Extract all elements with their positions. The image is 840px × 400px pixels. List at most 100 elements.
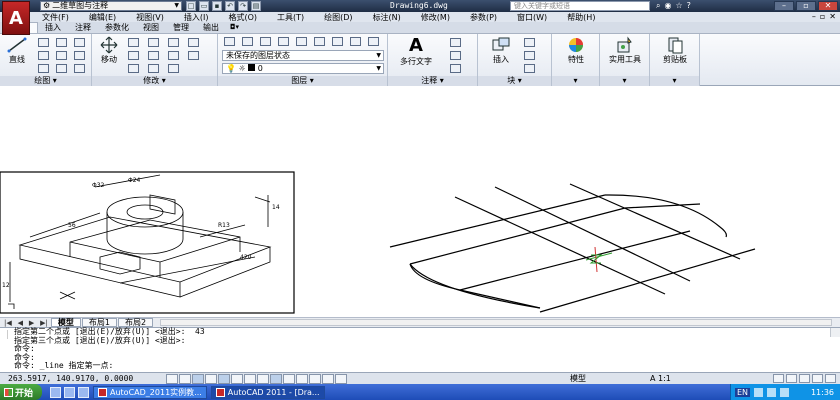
snap-mode-button[interactable] [166,373,178,384]
maximize-button[interactable]: ▫ [796,1,816,11]
subscription-icon[interactable]: ◉ [664,1,671,11]
line-button[interactable]: 直线 [4,36,30,65]
lock-icon[interactable] [786,374,797,383]
layer-unisolate-icon[interactable] [350,37,361,46]
command-input-line[interactable]: 命令: _line 指定第一点: [14,362,840,371]
tray-icon[interactable] [754,387,764,397]
drawing-svg[interactable]: Φ32 Φ24 56 R13 14 420 12 [0,87,840,317]
object-snap-tracking-button[interactable] [244,373,256,384]
menu-window[interactable]: 窗口(W) [517,12,547,23]
clipboard-panel-label[interactable]: ▾ [650,76,699,86]
workspace-switch-icon[interactable] [773,374,784,383]
fillet-icon[interactable] [148,51,159,60]
properties-button[interactable]: 特性 [558,36,594,65]
clean-screen-icon[interactable] [825,374,836,383]
command-scrollbar[interactable] [830,328,840,337]
region-icon[interactable] [74,64,85,73]
circle-icon[interactable] [56,38,67,47]
utilities-button[interactable]: 实用工具 [604,36,646,65]
quick-launch-icon[interactable] [64,386,75,398]
taskbar-item[interactable]: AutoCAD_2011实例教... [93,385,207,399]
polyline-icon[interactable] [38,38,49,47]
menu-draw[interactable]: 绘图(D) [324,12,352,23]
doc-close-button[interactable]: ✕ [829,12,836,21]
layer-isolate-icon[interactable] [260,37,271,46]
layer-properties-icon[interactable] [224,37,235,46]
mtext-button[interactable]: A 多行文字 [394,36,438,67]
leader-icon[interactable] [450,51,461,60]
plot-icon[interactable]: ▤ [251,1,261,11]
edit-attribute-icon[interactable] [524,64,535,73]
grid-display-button[interactable] [179,373,191,384]
dynamic-ucs-button[interactable] [257,373,269,384]
offset-icon[interactable] [168,64,179,73]
ribbon-toggle-icon[interactable]: ◘▾ [226,22,239,33]
prev-layout-icon[interactable]: ◀ [18,319,23,327]
layer-state-dropdown[interactable]: 未保存的图层状态 ▼ [222,50,384,61]
language-indicator[interactable]: EN [735,387,751,397]
ortho-mode-button[interactable] [192,373,204,384]
last-layout-icon[interactable]: ▶| [40,319,48,327]
command-window[interactable]: 指定第二个点或 [退出(E)/放弃(U)] <退出>: 43 指定第三个点或 [… [0,327,840,372]
draw-panel-label[interactable]: 绘图 ▾ [0,76,91,86]
save-icon[interactable]: ▪ [212,1,222,11]
undo-icon[interactable]: ↶ [225,1,235,11]
scale-icon[interactable] [128,64,139,73]
layer-off-icon[interactable] [296,37,307,46]
dynamic-input-button[interactable] [270,373,282,384]
move-button[interactable]: 移动 [96,36,122,65]
tab-manage[interactable]: 管理 [166,22,196,33]
menu-dimension[interactable]: 标注(N) [373,12,401,23]
workspace-select[interactable]: ⚙ 二维草图与注释 ▼ [40,1,182,11]
array-icon[interactable] [148,64,159,73]
create-block-icon[interactable] [524,38,535,47]
doc-restore-button[interactable]: ▫ [820,12,825,21]
help-icon[interactable]: ? [687,1,691,11]
tab-insert[interactable]: 插入 [38,22,68,33]
quick-launch-icon[interactable] [78,386,89,398]
insert-button[interactable]: 插入 [484,36,518,65]
coordinate-readout[interactable]: 263.5917, 140.9170, 0.0000 [0,374,166,383]
tray-icon[interactable] [767,387,777,397]
layer-freeze-icon[interactable] [278,37,289,46]
menu-help[interactable]: 帮助(H) [567,12,595,23]
next-layout-icon[interactable]: ▶ [29,319,34,327]
menu-view[interactable]: 视图(V) [136,12,164,23]
redo-icon[interactable]: ↷ [238,1,248,11]
open-file-icon[interactable]: ▭ [199,1,209,11]
polar-tracking-button[interactable] [205,373,217,384]
menu-edit[interactable]: 编辑(E) [89,12,116,23]
doc-minimize-button[interactable]: – [812,12,816,21]
clipboard-button[interactable]: 剪贴板 [654,36,696,65]
minimize-button[interactable]: – [774,1,794,11]
drawing-canvas[interactable]: Φ32 Φ24 56 R13 14 420 12 [0,87,840,317]
block-panel-label[interactable]: 块 ▾ [478,76,551,86]
rotate-icon[interactable] [128,38,139,47]
ellipse-icon[interactable] [38,64,49,73]
horizontal-scrollbar[interactable] [160,319,832,326]
tab-view[interactable]: 视图 [136,22,166,33]
tab-layout1[interactable]: 布局1 [81,318,117,327]
dimension-icon[interactable] [450,38,461,47]
taskbar-item[interactable]: AutoCAD 2011 - [Dra... [210,385,325,399]
command-window-grip[interactable] [2,330,8,339]
copy-icon[interactable] [188,38,199,47]
menu-modify[interactable]: 修改(M) [421,12,450,23]
menu-format[interactable]: 格式(O) [228,12,257,23]
properties-panel-label[interactable]: ▾ [552,76,599,86]
erase-icon[interactable] [168,38,179,47]
first-layout-icon[interactable]: |◀ [4,319,12,327]
tab-annotate[interactable]: 注释 [68,22,98,33]
layer-dropdown[interactable]: 💡 ☼ 0 ▼ [222,63,384,74]
menu-tools[interactable]: 工具(T) [277,12,304,23]
layers-panel-label[interactable]: 图层 ▾ [218,76,387,86]
3d-object-snap-button[interactable] [231,373,243,384]
menu-insert[interactable]: 插入(I) [184,12,209,23]
layer-state-icon[interactable] [242,37,253,46]
transparency-button[interactable] [296,373,308,384]
volume-icon[interactable] [780,387,790,397]
trim-icon[interactable] [148,38,159,47]
search-input[interactable]: 键入关键字或短语 [510,1,650,11]
annotation-monitor-button[interactable] [335,373,347,384]
table-icon[interactable] [450,64,461,73]
